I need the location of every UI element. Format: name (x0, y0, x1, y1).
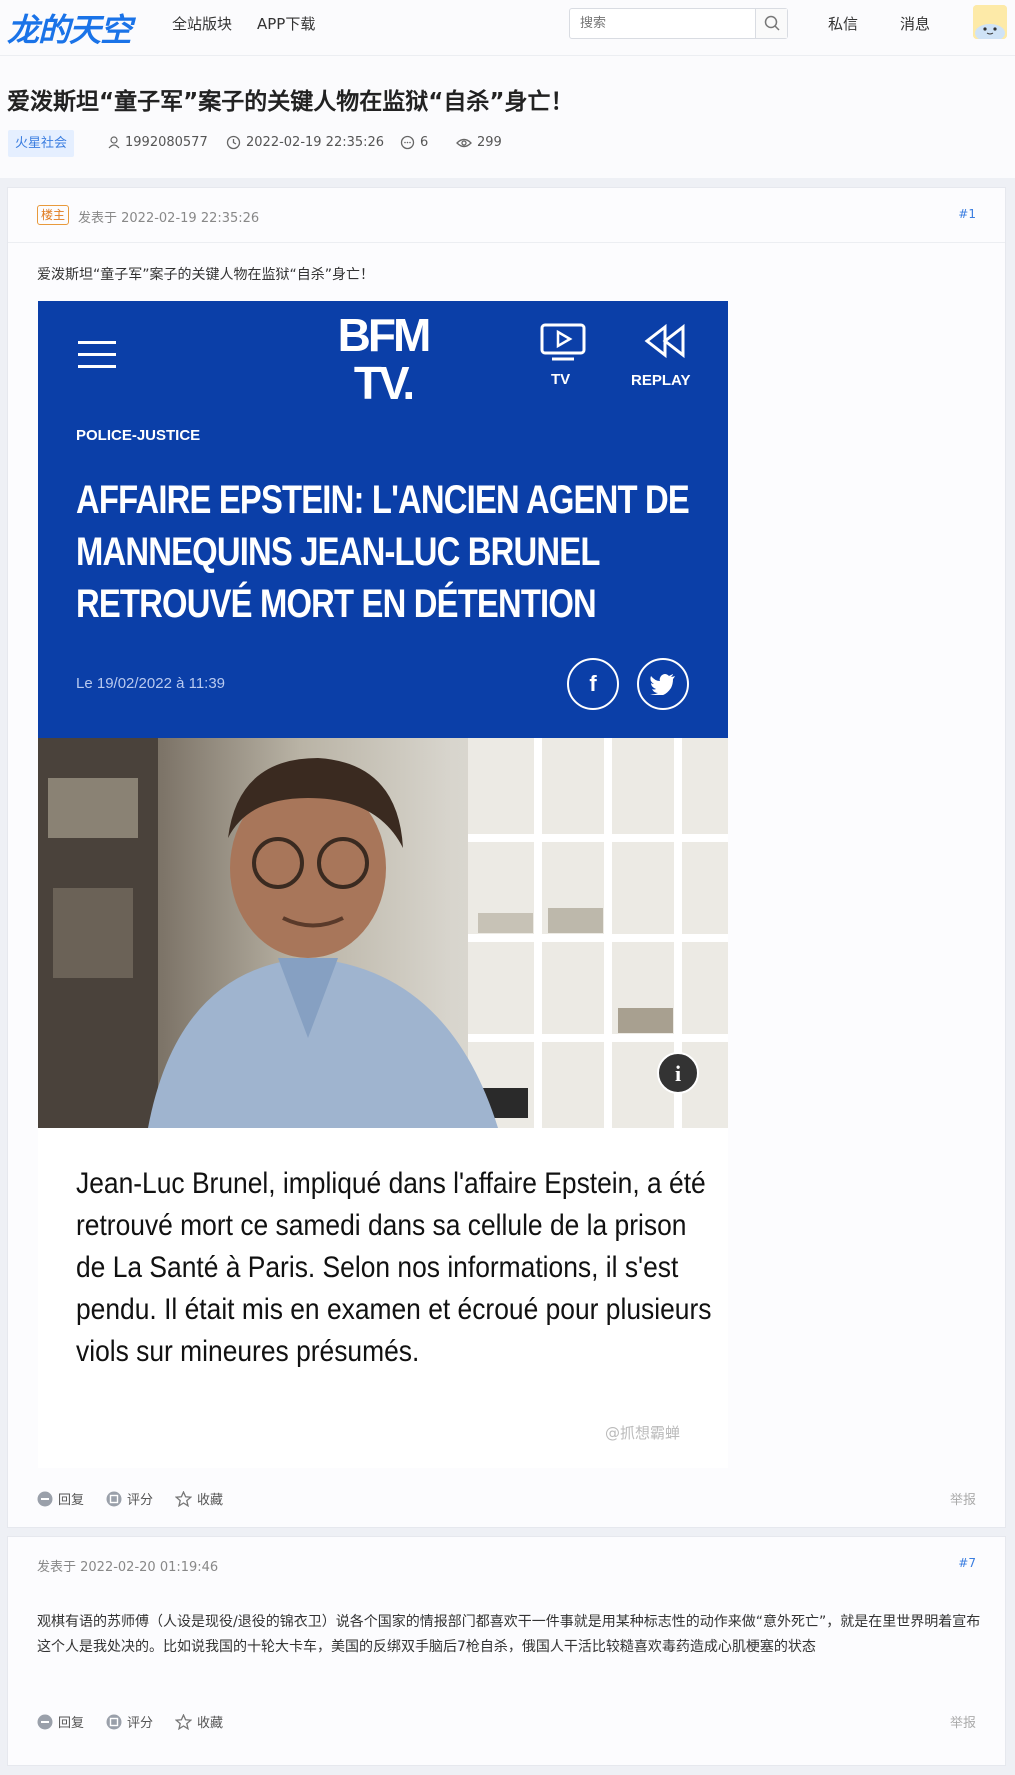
post-actions: 回复 评分 收藏 (37, 1712, 223, 1731)
site-logo[interactable]: 龙的天空 (7, 5, 132, 51)
rate-button[interactable]: 评分 (106, 1489, 153, 1508)
tv-label: TV (551, 371, 571, 388)
post-floor-1: 楼主 发表于 2022-02-19 22:35:26 #1 爱泼斯坦“童子军”案… (7, 187, 1006, 1528)
post-datetime: 发表于 2022-02-19 22:35:26 (78, 211, 260, 226)
user-avatar[interactable] (973, 5, 1007, 39)
search-box (569, 8, 788, 39)
rate-label: 评分 (127, 1716, 154, 1731)
reply-icon (37, 1491, 53, 1506)
article-headline: AFFAIRE EPSTEIN: L'ANCIEN AGENT DE MANNE… (76, 478, 690, 626)
post-actions: 回复 评分 收藏 (37, 1489, 223, 1508)
avatar-image (973, 5, 1007, 39)
bfm-logo-line2: TV. (353, 357, 415, 409)
star-icon (175, 1490, 193, 1507)
post-header: 发表于 2022-02-20 01:19:46 #7 (8, 1537, 1005, 1592)
replay-label: REPLAY (631, 372, 691, 389)
floor-number[interactable]: #7 (958, 1556, 976, 1570)
op-badge: 楼主 (37, 205, 70, 225)
nav-app-download[interactable]: APP下载 (257, 13, 315, 34)
post-body-text: 爱泼斯坦“童子军”案子的关键人物在监狱“自杀”身亡！ (37, 267, 375, 283)
reply-label: 回复 (58, 1716, 85, 1731)
favorite-label: 收藏 (197, 1493, 224, 1508)
datetime-text: 2022-02-19 22:35:26 (246, 135, 385, 150)
top-navigation-bar: 龙的天空 全站版块 APP下载 私信 消息 (0, 0, 1015, 56)
thread-title: 爱泼斯坦“童子军”案子的关键人物在监狱“自杀”身亡！ (7, 89, 574, 115)
thread-author[interactable]: 1992080577 (108, 135, 208, 150)
reply-icon (37, 1714, 53, 1729)
thread-header: 爱泼斯坦“童子军”案子的关键人物在监狱“自杀”身亡！ 火星社会 19920805… (0, 56, 1015, 178)
forum-tag[interactable]: 火星社会 (8, 130, 75, 157)
reply-button[interactable]: 回复 (37, 1712, 84, 1731)
report-link[interactable]: 举报 (950, 1489, 976, 1508)
bfm-logo: BFM TV. (328, 311, 438, 407)
search-icon (764, 15, 780, 31)
favorite-button[interactable]: 收藏 (175, 1712, 223, 1731)
reply-count: 6 (400, 135, 428, 150)
author-name: 1992080577 (125, 135, 208, 150)
view-count: 299 (456, 135, 502, 150)
article-photo: i (38, 738, 728, 1128)
eye-icon (456, 138, 472, 147)
post-header: 楼主 发表于 2022-02-19 22:35:26 #1 (8, 188, 1005, 243)
rate-label: 评分 (127, 1493, 154, 1508)
reply-button[interactable]: 回复 (37, 1489, 84, 1508)
menu-icon (78, 341, 116, 368)
bfm-logo-line1: BFM (337, 309, 432, 361)
user-icon (108, 136, 120, 149)
embedded-news-screenshot[interactable]: BFM TV. TV REPLAY POLICE-JUSTICE AFFAIRE… (38, 301, 728, 1468)
floor-number[interactable]: #1 (958, 207, 976, 221)
clock-icon (226, 135, 241, 150)
photo-illustration: i (38, 738, 728, 1128)
post-floor-7: 发表于 2022-02-20 01:19:46 #7 观棋有语的苏师傅（人设是现… (7, 1536, 1006, 1766)
view-count-value: 299 (477, 135, 502, 150)
search-button[interactable] (755, 9, 787, 38)
article-caption: Jean-Luc Brunel, impliqué dans l'affaire… (76, 1167, 712, 1368)
bfm-header-panel: BFM TV. TV REPLAY POLICE-JUSTICE AFFAIRE… (38, 301, 728, 738)
weibo-watermark: @抓想霸蝉 (605, 1424, 681, 1442)
report-link[interactable]: 举报 (950, 1712, 976, 1731)
favorite-label: 收藏 (197, 1716, 224, 1731)
twitter-share-button[interactable] (637, 658, 689, 710)
favorite-button[interactable]: 收藏 (175, 1489, 223, 1508)
reply-label: 回复 (58, 1493, 85, 1508)
messages-link[interactable]: 消息 (900, 13, 930, 34)
facebook-icon: f (589, 671, 597, 696)
rate-icon (106, 1491, 122, 1506)
twitter-icon (650, 674, 675, 696)
rate-button[interactable]: 评分 (106, 1712, 153, 1731)
article-date: Le 19/02/2022 à 11:39 (76, 675, 226, 692)
tv-icon (540, 323, 586, 361)
nav-all-forums[interactable]: 全站版块 (172, 13, 232, 34)
private-message-link[interactable]: 私信 (828, 13, 858, 34)
article-category: POLICE-JUSTICE (76, 427, 201, 444)
post-datetime: 发表于 2022-02-20 01:19:46 (37, 1560, 219, 1575)
comment-icon (400, 135, 415, 150)
search-input[interactable] (570, 9, 756, 38)
post-body-text: 观棋有语的苏师傅（人设是现役/退役的锦衣卫）说各个国家的情报部门都喜欢干一件事就… (37, 1614, 981, 1655)
reply-count-value: 6 (420, 135, 429, 150)
rate-icon (106, 1714, 122, 1729)
facebook-share-button[interactable]: f (567, 658, 619, 710)
thread-datetime: 2022-02-19 22:35:26 (226, 135, 384, 150)
svg-text:i: i (675, 1061, 681, 1086)
replay-icon (644, 323, 685, 359)
star-icon (175, 1713, 193, 1730)
